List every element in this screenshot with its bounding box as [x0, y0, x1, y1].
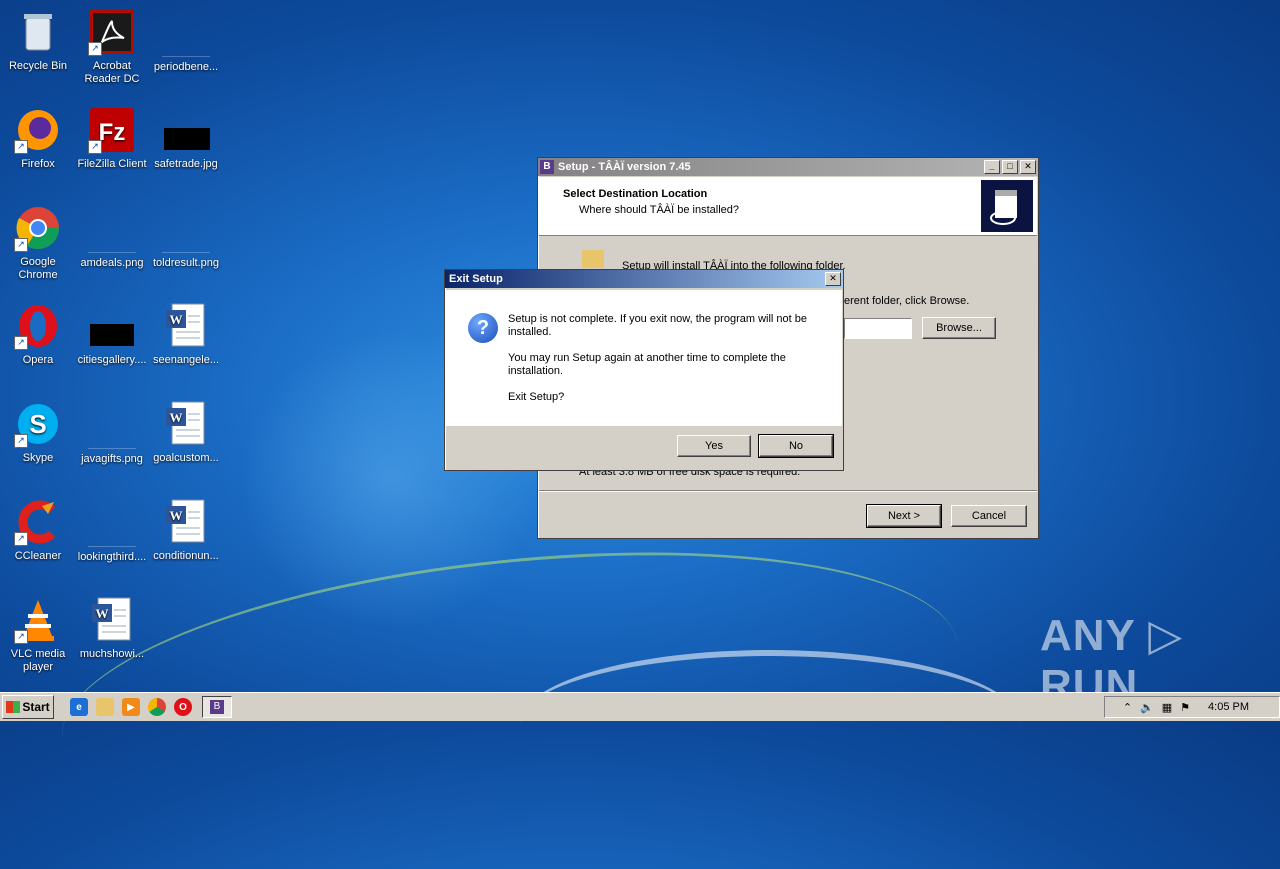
skype-icon: S ↗: [14, 400, 62, 448]
svg-text:W: W: [96, 606, 109, 621]
image-thumbnail-icon: [88, 302, 136, 350]
show-hidden-icons-icon[interactable]: ⌃: [1123, 701, 1132, 714]
maximize-button[interactable]: □: [1002, 160, 1018, 174]
desktop-icon-acrobat[interactable]: ↗ Acrobat Reader DC: [74, 8, 150, 86]
svg-text:W: W: [170, 312, 183, 327]
volume-icon[interactable]: 🔈: [1140, 701, 1154, 714]
desktop-icon-opera[interactable]: ↗ Opera: [0, 302, 76, 367]
file-thumbnail-icon: [162, 8, 210, 57]
no-button[interactable]: No: [758, 434, 834, 458]
recycle-bin-icon: [14, 8, 62, 56]
desktop-icon-periodbene[interactable]: periodbene...: [148, 8, 224, 74]
clock[interactable]: 4:05 PM: [1208, 701, 1249, 713]
chrome-taskbar-icon[interactable]: [148, 698, 166, 716]
folder-icon: [582, 250, 604, 268]
desktop-icon-ccleaner[interactable]: ↗ CCleaner: [0, 498, 76, 563]
desktop-icon-goalcustom[interactable]: W goalcustom...: [148, 400, 224, 465]
exit-message-question: Exit Setup?: [508, 391, 565, 403]
vlc-icon: ↗: [14, 596, 62, 644]
svg-text:W: W: [170, 410, 183, 425]
word-document-icon: W: [162, 498, 210, 546]
setup-titlebar[interactable]: B Setup - TÂÀÏ version 7.45 _ □ ✕: [538, 158, 1038, 176]
opera-taskbar-icon[interactable]: O: [174, 698, 192, 716]
exit-dialog-body: ? Setup is not complete. If you exit now…: [446, 290, 842, 426]
desktop-icon-javagifts[interactable]: javagifts.png: [74, 400, 150, 466]
shortcut-arrow-icon: ↗: [14, 434, 28, 448]
desktop-icon-filezilla[interactable]: Fz ↗ FileZilla Client: [74, 106, 150, 171]
firefox-icon: ↗: [14, 106, 62, 154]
desktop-icon-safetrade[interactable]: safetrade.jpg: [148, 106, 224, 171]
exit-dialog-title: Exit Setup: [449, 273, 503, 285]
ccleaner-icon: ↗: [14, 498, 62, 546]
setup-heading: Select Destination Location: [563, 188, 708, 200]
installer-logo-icon: [981, 180, 1033, 232]
chrome-icon: ↗: [14, 204, 62, 252]
svg-text:S: S: [29, 409, 46, 439]
svg-text:W: W: [170, 508, 183, 523]
next-button[interactable]: Next >: [866, 504, 942, 528]
destination-path-input[interactable]: [844, 318, 912, 339]
exit-message-line2: You may run Setup again at another time …: [508, 352, 786, 377]
shortcut-arrow-icon: ↗: [14, 238, 28, 252]
setup-header-panel: Select Destination Location Where should…: [539, 177, 1037, 236]
setup-footer-divider: [539, 490, 1037, 492]
setup-subheading: Where should TÂÀÏ be installed?: [579, 204, 739, 216]
desktop-icon-toldresult[interactable]: toldresult.png: [148, 204, 224, 270]
taskbar: Start e ▶ O B ⌃ 🔈 ▦ ⚑ 4:05 PM: [0, 692, 1280, 721]
svg-text:Fz: Fz: [99, 119, 126, 146]
shortcut-arrow-icon: ↗: [14, 336, 28, 350]
word-document-icon: W: [162, 302, 210, 350]
acrobat-icon: ↗: [88, 8, 136, 56]
desktop-icon-recycle-bin[interactable]: Recycle Bin: [0, 8, 76, 73]
exit-dialog-titlebar[interactable]: Exit Setup ✕: [445, 270, 843, 288]
desktop-icon-conditionun[interactable]: W conditionun...: [148, 498, 224, 563]
word-document-icon: W: [88, 596, 136, 644]
shortcut-arrow-icon: ↗: [14, 140, 28, 154]
desktop-icon-skype[interactable]: S ↗ Skype: [0, 400, 76, 465]
word-document-icon: W: [162, 400, 210, 448]
cancel-button[interactable]: Cancel: [951, 505, 1027, 527]
system-tray: ⌃ 🔈 ▦ ⚑ 4:05 PM: [1104, 696, 1280, 718]
yes-button[interactable]: Yes: [677, 435, 751, 457]
desktop-icon-amdeals[interactable]: amdeals.png: [74, 204, 150, 270]
explorer-taskbar-icon[interactable]: [96, 698, 114, 716]
setup-taskbar-button[interactable]: B: [202, 696, 232, 718]
image-thumbnail-icon: [162, 106, 210, 154]
windows-logo-icon: [6, 701, 21, 713]
browse-hint: erent folder, click Browse.: [844, 295, 970, 307]
network-icon[interactable]: ▦: [1162, 701, 1172, 714]
desktop-icon-seenangele[interactable]: W seenangele...: [148, 302, 224, 367]
shortcut-arrow-icon: ↗: [88, 140, 102, 154]
shortcut-arrow-icon: ↗: [88, 42, 102, 56]
desktop-icon-lookingthird[interactable]: lookingthird....: [74, 498, 150, 564]
desktop-icon-chrome[interactable]: ↗ Google Chrome: [0, 204, 76, 282]
image-thumbnail-icon: [162, 204, 210, 253]
close-button[interactable]: ✕: [1020, 160, 1036, 174]
ie-taskbar-icon[interactable]: e: [70, 698, 88, 716]
shortcut-arrow-icon: ↗: [14, 630, 28, 644]
question-icon: ?: [468, 313, 498, 343]
action-center-flag-icon[interactable]: ⚑: [1180, 701, 1190, 714]
image-thumbnail-icon: [88, 204, 136, 253]
setup-app-icon: B: [540, 160, 554, 174]
setup-title: Setup - TÂÀÏ version 7.45: [558, 161, 691, 173]
setup-app-icon: B: [210, 700, 224, 714]
close-icon[interactable]: ✕: [825, 272, 841, 286]
image-thumbnail-icon: [88, 498, 136, 547]
desktop-icon-citiesgallery[interactable]: citiesgallery....: [74, 302, 150, 367]
wallpaper-swoosh-light: [520, 650, 1020, 796]
desktop-icon-vlc[interactable]: ↗ VLC media player: [0, 596, 76, 674]
opera-icon: ↗: [14, 302, 62, 350]
exit-setup-dialog: Exit Setup ✕ ? Setup is not complete. If…: [444, 269, 844, 471]
media-player-taskbar-icon[interactable]: ▶: [122, 698, 140, 716]
exit-message-line1: Setup is not complete. If you exit now, …: [508, 313, 807, 338]
start-button[interactable]: Start: [2, 695, 54, 719]
minimize-button[interactable]: _: [984, 160, 1000, 174]
desktop-icon-firefox[interactable]: ↗ Firefox: [0, 106, 76, 171]
browse-button[interactable]: Browse...: [922, 317, 996, 339]
image-thumbnail-icon: [88, 400, 136, 449]
filezilla-icon: Fz ↗: [88, 106, 136, 154]
desktop-icon-muchshowi[interactable]: W muchshowi...: [74, 596, 150, 661]
shortcut-arrow-icon: ↗: [14, 532, 28, 546]
